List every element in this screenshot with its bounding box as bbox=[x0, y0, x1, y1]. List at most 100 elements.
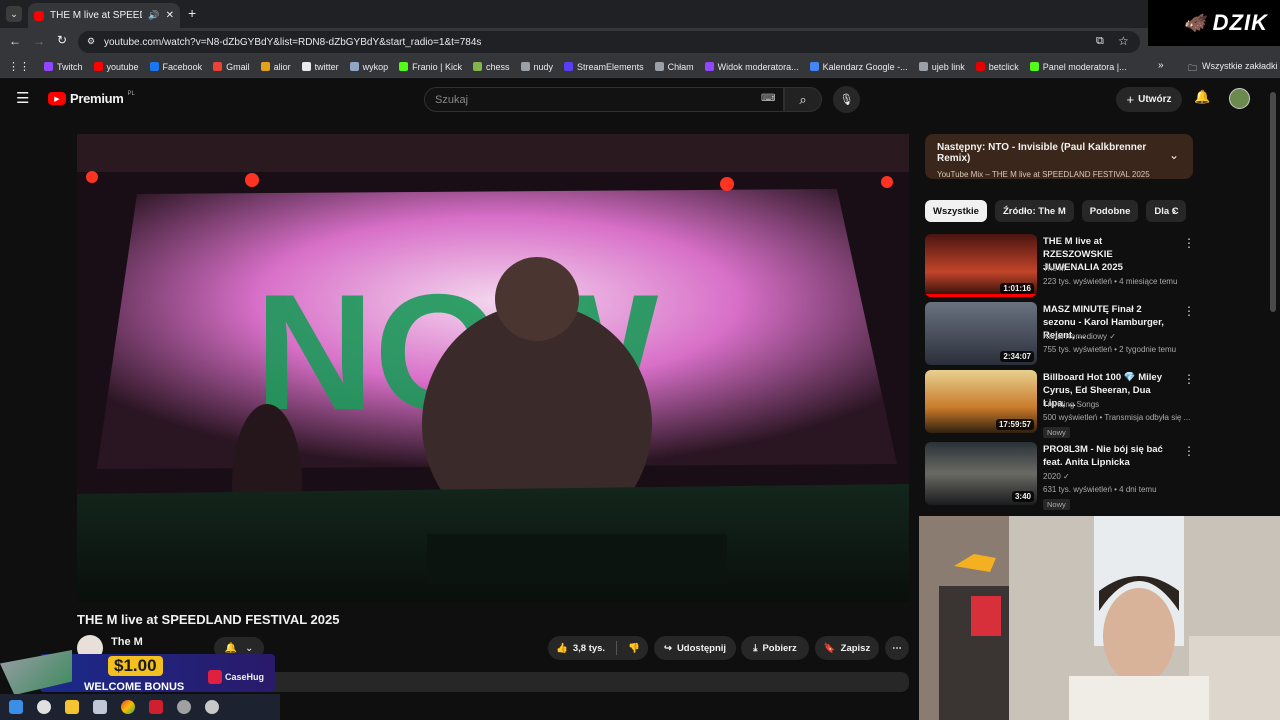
chip-for-you[interactable]: Dla C bbox=[1146, 200, 1187, 222]
chips-next-arrow-icon[interactable]: › bbox=[1172, 203, 1176, 218]
forward-icon[interactable]: → bbox=[33, 34, 45, 48]
bookmark-item[interactable]: youtube bbox=[93, 62, 139, 72]
search-button[interactable]: ⌕ bbox=[784, 87, 822, 112]
bookmark-item[interactable]: StreamElements bbox=[564, 62, 644, 72]
notifications-bell-icon[interactable]: 🔔 bbox=[1194, 89, 1210, 105]
install-app-icon[interactable]: ⧉ bbox=[1096, 35, 1104, 48]
rec-channel[interactable]: The M bbox=[1043, 264, 1066, 273]
ad-amount: $1.00 bbox=[108, 656, 163, 676]
bookmark-favicon-icon bbox=[918, 62, 928, 71]
bookmark-item[interactable]: chess bbox=[473, 62, 510, 72]
back-icon[interactable]: ← bbox=[9, 34, 21, 48]
bookmark-label: Gmail bbox=[226, 61, 250, 72]
new-tab-button[interactable]: + bbox=[188, 5, 196, 21]
settings-gear-icon[interactable] bbox=[177, 700, 191, 714]
more-vertical-icon[interactable]: ⋮ bbox=[1183, 444, 1195, 458]
taskbar-obs-icon[interactable] bbox=[205, 700, 219, 714]
bookmark-item[interactable]: wykop bbox=[349, 62, 388, 72]
site-info-icon[interactable]: ⚙ bbox=[87, 36, 95, 47]
speaker-icon[interactable]: 🔊 bbox=[148, 10, 159, 21]
expand-chevron-icon[interactable]: ⌄ bbox=[1169, 148, 1179, 162]
save-button[interactable]: 🔖 Zapisz bbox=[815, 636, 879, 660]
hamburger-menu-icon[interactable]: ☰ bbox=[16, 89, 29, 107]
search-input[interactable]: Szukaj ⌨ bbox=[424, 87, 784, 112]
reload-icon[interactable]: ↻ bbox=[57, 33, 67, 47]
bookmark-item[interactable]: Franio | Kick bbox=[399, 62, 462, 72]
rec-channel[interactable]: Kanał Komediowy ✓ bbox=[1043, 332, 1116, 341]
up-next-subtitle: YouTube Mix – THE M live at SPEEDLAND FE… bbox=[937, 170, 1150, 179]
recommendation-item[interactable]: 3:40 PRO8L3M - Nie bój się bać feat. Ani… bbox=[925, 442, 1195, 512]
recommendation-item[interactable]: 2:34:07 MASZ MINUTĘ Finał 2 sezonu - Kar… bbox=[925, 302, 1195, 366]
youtube-logo[interactable]: ▶ Premium PL bbox=[48, 91, 135, 106]
keyboard-icon[interactable]: ⌨ bbox=[761, 93, 775, 104]
taskbar-media-icon[interactable] bbox=[149, 700, 163, 714]
chip-source[interactable]: Źródło: The M bbox=[994, 200, 1074, 222]
playlist-up-next[interactable]: Następny: NTO - Invisible (Paul Kalkbren… bbox=[925, 134, 1193, 179]
thumbs-down-icon[interactable]: 👎 bbox=[628, 643, 640, 654]
download-button[interactable]: ⤓ Pobierz bbox=[741, 636, 809, 660]
bookmark-item[interactable]: Twitch bbox=[44, 62, 83, 72]
chip-similar[interactable]: Podobne bbox=[1081, 200, 1139, 222]
channel-name[interactable]: The M bbox=[111, 636, 143, 648]
bookmark-item[interactable]: Kalendarz Google -... bbox=[809, 62, 908, 72]
more-actions-button[interactable]: ⋯ bbox=[885, 636, 909, 660]
bookmark-item[interactable]: alior bbox=[260, 62, 291, 72]
tab-active[interactable]: THE M live at SPEEDLAND F 🔊 ✕ bbox=[28, 3, 180, 28]
bookmark-star-icon[interactable]: ☆ bbox=[1118, 34, 1129, 48]
search-icon: ⌕ bbox=[799, 91, 807, 107]
more-vertical-icon[interactable]: ⋮ bbox=[1183, 372, 1195, 386]
more-bookmarks-icon[interactable]: » bbox=[1158, 60, 1164, 71]
tab-close-icon[interactable]: ✕ bbox=[166, 10, 174, 21]
like-button[interactable]: 👍 3,8 tys. bbox=[556, 643, 605, 654]
create-button[interactable]: + Utwórz bbox=[1116, 87, 1182, 112]
tab-search-button[interactable]: ⌄ bbox=[6, 6, 22, 22]
video-frame: NOW bbox=[77, 134, 909, 602]
rec-channel[interactable]: Trending Songs bbox=[1043, 400, 1099, 409]
bookmark-item[interactable]: betclick bbox=[975, 62, 1019, 72]
more-horizontal-icon: ⋯ bbox=[892, 642, 902, 654]
chip-all[interactable]: Wszystkie bbox=[925, 200, 987, 222]
bookmark-item[interactable]: Widok moderatora... bbox=[704, 62, 799, 72]
bookmark-favicon-icon bbox=[301, 62, 311, 71]
all-bookmarks[interactable]: 🗀 Wszystkie zakładki bbox=[1188, 61, 1278, 77]
share-button[interactable]: ↪ Udostępnij bbox=[654, 636, 736, 660]
windows-start-icon[interactable] bbox=[9, 700, 23, 714]
more-vertical-icon[interactable]: ⋮ bbox=[1183, 236, 1195, 250]
apps-grid-icon[interactable]: ⋮⋮ bbox=[8, 60, 30, 73]
thumbnail[interactable]: 17:59:57 bbox=[925, 370, 1037, 433]
recommendation-item[interactable]: 17:59:57 Billboard Hot 100 💎 Miley Cyrus… bbox=[925, 370, 1195, 440]
bookmark-item[interactable]: Chłam bbox=[654, 61, 694, 72]
bookmark-favicon-icon bbox=[654, 62, 664, 71]
rec-channel[interactable]: 2020 ✓ bbox=[1043, 472, 1070, 481]
bookmark-item[interactable]: Gmail bbox=[213, 62, 250, 72]
bookmark-item[interactable]: Facebook bbox=[149, 62, 202, 72]
taskbar-app-icon[interactable] bbox=[93, 700, 107, 714]
address-bar[interactable]: ⚙ youtube.com/watch?v=N8-dZbGYBdY&list=R… bbox=[78, 31, 1140, 53]
bookmark-label: Twitch bbox=[57, 61, 83, 72]
page-scrollbar[interactable] bbox=[1270, 92, 1276, 312]
account-avatar[interactable] bbox=[1229, 88, 1250, 109]
bookmark-item[interactable]: ujeb link bbox=[918, 61, 965, 72]
like-dislike-group: 👍 3,8 tys. 👎 bbox=[548, 636, 648, 660]
bookmark-label: Chłam bbox=[667, 61, 694, 72]
duration-badge: 2:34:07 bbox=[1000, 351, 1034, 362]
file-explorer-icon[interactable] bbox=[65, 700, 79, 714]
thumbnail[interactable]: 3:40 bbox=[925, 442, 1037, 505]
casino-ad-banner[interactable]: $1.00 WELCOME BONUS CaseHug bbox=[0, 650, 275, 695]
video-player[interactable]: NOW bbox=[77, 134, 909, 602]
more-vertical-icon[interactable]: ⋮ bbox=[1183, 304, 1195, 318]
recommendation-item[interactable]: 1:01:16 THE M live at RZESZOWSKIE JUWENA… bbox=[925, 234, 1195, 298]
bookmark-label: ujeb link bbox=[931, 61, 965, 72]
thumbnail[interactable]: 2:34:07 bbox=[925, 302, 1037, 365]
bookmark-item[interactable]: twitter bbox=[301, 62, 339, 72]
bookmark-label: Franio | Kick bbox=[412, 61, 462, 72]
bookmark-item[interactable]: nudy bbox=[520, 62, 553, 72]
plus-icon: + bbox=[1126, 92, 1135, 107]
bookmark-item[interactable]: Panel moderatora |... bbox=[1029, 62, 1127, 72]
duration-badge: 1:01:16 bbox=[1000, 283, 1034, 294]
voice-search-button[interactable]: 🎙 bbox=[833, 86, 860, 113]
chrome-icon[interactable] bbox=[121, 700, 135, 714]
taskbar-search-icon[interactable] bbox=[37, 700, 51, 714]
thumbnail[interactable]: 1:01:16 bbox=[925, 234, 1037, 297]
download-label: Pobierz bbox=[762, 642, 797, 654]
